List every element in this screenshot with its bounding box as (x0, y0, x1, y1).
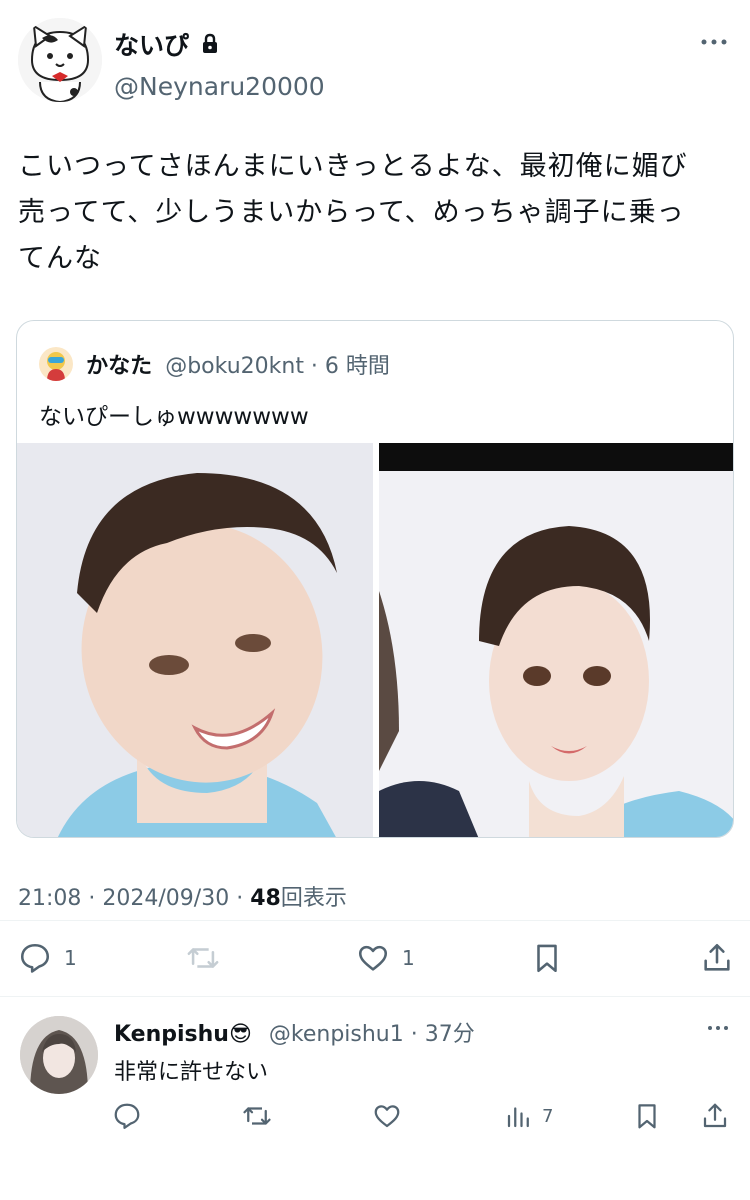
cat-avatar-icon (18, 18, 102, 102)
views-count: 7 (542, 1105, 554, 1127)
meta-separator: · (88, 886, 96, 911)
quoted-avatar[interactable] (39, 347, 73, 381)
share-icon (703, 1103, 727, 1128)
bookmark-icon (638, 1104, 656, 1129)
quoted-meta: @boku20knt · 6 時間 (165, 354, 390, 379)
more-horizontal-icon[interactable] (706, 1020, 730, 1036)
lock-icon (203, 33, 218, 53)
post-text-line: てんな (18, 243, 102, 274)
view-count-label: 回表示 (280, 886, 347, 911)
quoted-post-header: かなた @boku20knt · 6 時間 (39, 347, 390, 381)
like-button[interactable]: 1 (356, 938, 415, 978)
bookmark-button[interactable] (530, 938, 564, 978)
like-count: 1 (402, 946, 415, 970)
post-text-line: こいつってさほんまにいきっとるよな、最初俺に媚び (18, 151, 688, 182)
quoted-post-card[interactable]: かなた @boku20knt · 6 時間 ないぴーしゅwwwwwww (16, 320, 734, 838)
reply-icon (114, 1103, 140, 1129)
quoted-image-left[interactable] (17, 443, 373, 837)
share-button[interactable] (700, 1096, 730, 1136)
quoted-display-name[interactable]: かなた (86, 348, 152, 380)
author-block: ないぴ @Neynaru20000 (114, 26, 325, 101)
reply-action-bar: 7 (112, 1096, 728, 1130)
photo-person-smiling (17, 443, 373, 837)
share-icon (704, 943, 730, 971)
reply-text: 非常に許せない (114, 1060, 269, 1085)
reply-meta: @kenpishu1 · 37分 (268, 1022, 475, 1047)
photo-person-portrait (379, 471, 733, 837)
view-count: 48 (250, 886, 281, 911)
avatar[interactable] (20, 1016, 98, 1094)
divider (0, 920, 750, 921)
bookmark-icon (537, 944, 557, 973)
heart-icon (374, 1105, 400, 1128)
image-black-bar (379, 443, 733, 471)
retweet-icon (243, 1107, 271, 1125)
heart-icon (358, 945, 388, 971)
avatar[interactable] (18, 18, 102, 102)
post-timestamp-row: 21:08 · 2024/09/30 · 48回表示 (18, 880, 347, 912)
post-text: こいつってさほんまにいきっとるよな、最初俺に媚び 売ってて、少しうまいからって、… (18, 144, 732, 282)
post-time[interactable]: 21:08 (18, 886, 81, 911)
character-avatar-icon (39, 347, 73, 381)
retweet-button[interactable] (186, 938, 220, 978)
analytics-icon (507, 1107, 529, 1128)
post-header: ないぴ @Neynaru20000 (18, 18, 732, 104)
bookmark-button[interactable] (632, 1096, 662, 1136)
post-date[interactable]: 2024/09/30 (102, 886, 229, 911)
more-horizontal-icon[interactable] (700, 32, 728, 52)
reply-display-name[interactable]: Kenpishu😎 (114, 1022, 252, 1047)
post-action-bar: 1 1 (18, 938, 734, 978)
divider (0, 996, 750, 997)
reply-post[interactable]: Kenpishu😎 @kenpishu1 · 37分 非常に許せない 7 (0, 1000, 750, 1200)
reply-icon (20, 943, 50, 973)
reply-header: Kenpishu😎 @kenpishu1 · 37分 (114, 1016, 475, 1048)
author-display-name[interactable]: ないぴ (114, 26, 189, 62)
share-button[interactable] (700, 938, 734, 978)
meta-separator: · (236, 886, 244, 911)
retweet-icon (187, 948, 219, 968)
quoted-post-text: ないぴーしゅwwwwwww (39, 404, 309, 430)
reply-button[interactable] (112, 1096, 142, 1136)
reply-count: 1 (64, 946, 77, 970)
like-button[interactable] (372, 1096, 402, 1136)
reply-button[interactable]: 1 (18, 938, 77, 978)
author-handle[interactable]: @Neynaru20000 (114, 72, 325, 101)
person-avatar-icon (20, 1016, 98, 1094)
views-button[interactable]: 7 (504, 1096, 553, 1136)
retweet-button[interactable] (242, 1096, 272, 1136)
post-text-line: 売ってて、少しうまいからって、めっちゃ調子に乗っ (18, 197, 685, 228)
quoted-image-right[interactable] (379, 443, 733, 837)
